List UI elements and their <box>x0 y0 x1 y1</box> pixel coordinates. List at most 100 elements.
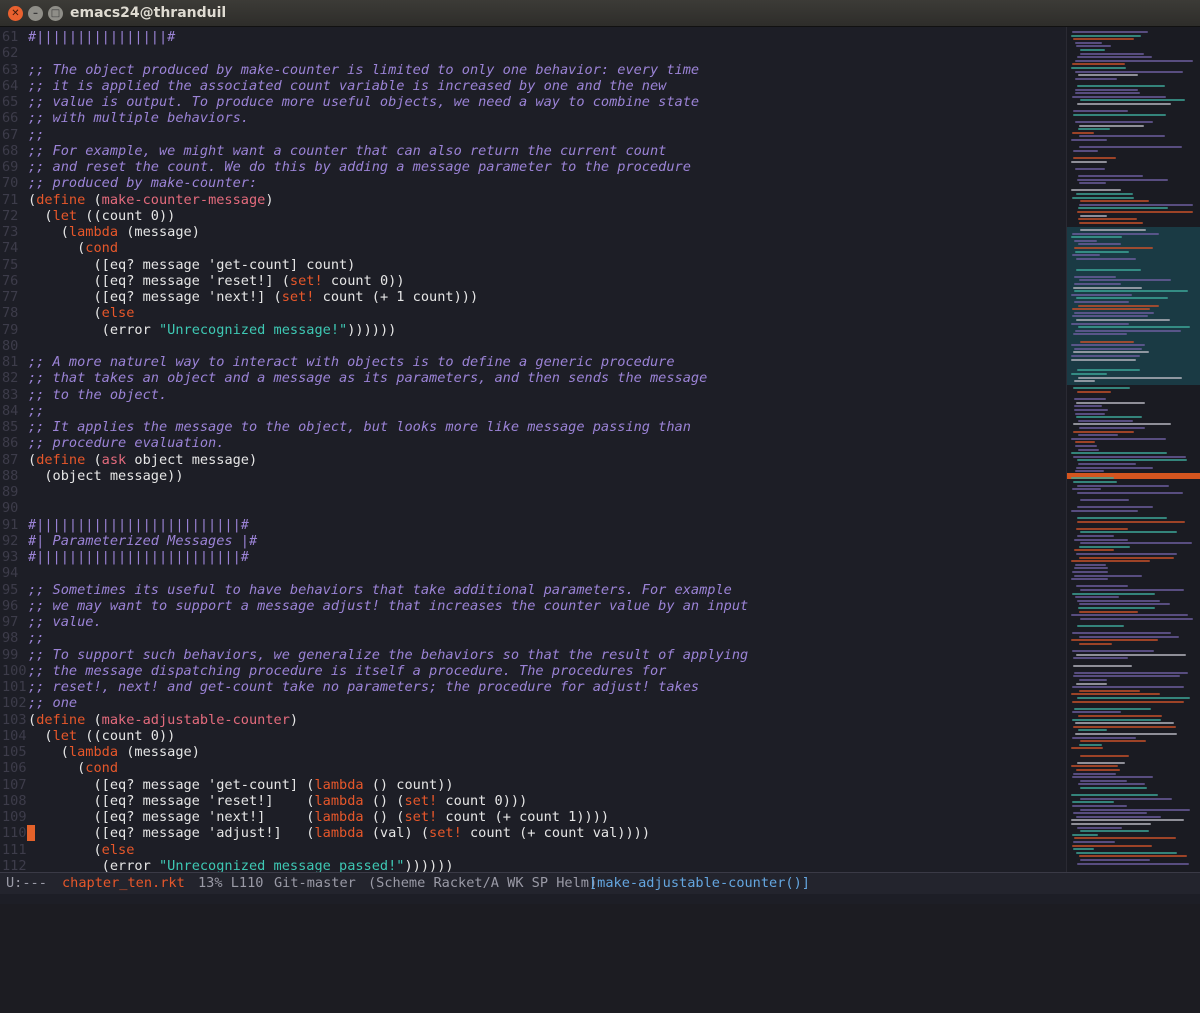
window-titlebar: ✕ – □ emacs24@thranduil <box>0 0 1200 27</box>
minimap[interactable] <box>1066 27 1200 872</box>
minimap-line <box>1079 221 1143 224</box>
code-line[interactable]: 73 (lambda (message) <box>0 224 1066 240</box>
close-window-button[interactable]: ✕ <box>8 6 23 21</box>
code-line[interactable]: 104 (let ((count 0)) <box>0 728 1066 744</box>
code-line[interactable]: 79 (error "Unrecognized message!")))))) <box>0 322 1066 338</box>
minimap-line <box>1072 31 1148 33</box>
line-number: 74 <box>2 240 19 257</box>
minimap-line <box>1080 542 1192 545</box>
code-line[interactable]: 95 ;; Sometimes its useful to have behavi… <box>0 582 1066 598</box>
code-text: ([eq? message 'next!] (lambda () (set! c… <box>28 809 609 825</box>
code-line[interactable]: 107 ([eq? message 'get-count] (lambda ()… <box>0 777 1066 793</box>
code-token: ( <box>85 711 102 728</box>
code-line[interactable]: 67;; <box>0 127 1066 143</box>
code-token: ([eq? message 'next!] ( <box>28 289 282 305</box>
code-line[interactable]: 78 (else <box>0 305 1066 321</box>
code-line[interactable]: 109 ([eq? message 'next!] (lambda () (se… <box>0 809 1066 825</box>
code-line[interactable]: 69 ;; and reset the count. We do this by … <box>0 159 1066 175</box>
minimap-line <box>1076 815 1161 818</box>
code-line[interactable]: 62 <box>0 45 1066 61</box>
minimap-line <box>1080 740 1146 743</box>
code-text: (lambda (message) <box>28 744 200 760</box>
line-number: 89 <box>2 484 19 500</box>
code-line[interactable]: 93 #|||||||||||||||||||||||||# <box>0 549 1066 565</box>
code-line[interactable]: 61 #||||||||||||||||# <box>0 29 1066 45</box>
code-token: ( <box>28 240 86 257</box>
code-line[interactable]: 85 ;; It applies the message to the objec… <box>0 419 1066 435</box>
code-line[interactable]: 96 ;; we may want to support a message ad… <box>0 598 1066 614</box>
code-text: ([eq? message 'adjust!] (lambda (val) (s… <box>28 825 650 841</box>
code-line[interactable]: 68 ;; For example, we might want a counte… <box>0 143 1066 159</box>
code-line[interactable]: 82 ;; that takes an object and a message … <box>0 370 1066 386</box>
minimap-line <box>1071 160 1107 163</box>
minimap-line <box>1079 603 1170 606</box>
minimap-line <box>1078 304 1159 307</box>
code-line[interactable]: 77 ([eq? message 'next!] (set! count (+ … <box>0 289 1066 305</box>
code-line[interactable]: 97 ;; value. <box>0 614 1066 630</box>
code-line[interactable]: 86 ;; procedure evaluation. <box>0 435 1066 451</box>
code-line[interactable]: 89 <box>0 484 1066 500</box>
code-line[interactable]: 99 ;; To support such behaviors, we gener… <box>0 647 1066 663</box>
code-line[interactable]: 112 (error "Unrecognized message passed!… <box>0 858 1066 872</box>
code-text: #||||||||||||||||# <box>28 29 175 45</box>
code-line[interactable]: 111 (else <box>0 842 1066 858</box>
minimap-line <box>1076 851 1177 854</box>
code-line[interactable]: 75 ([eq? message 'get-count] count) <box>0 257 1066 273</box>
code-line[interactable]: 76 ([eq? message 'reset!] (set! count 0)… <box>0 273 1066 289</box>
code-line[interactable]: 106 (cond <box>0 760 1066 776</box>
line-number: 100 <box>2 662 27 679</box>
code-line[interactable]: 98;; <box>0 630 1066 646</box>
code-line[interactable]: 80 <box>0 338 1066 354</box>
code-line[interactable]: 63 ;; The object produced by make-counter… <box>0 62 1066 78</box>
code-line[interactable]: 101;; reset!, next! and get-count take n… <box>0 679 1066 695</box>
code-line[interactable]: 108 ([eq? message 'reset!] (lambda () (s… <box>0 793 1066 809</box>
code-line[interactable]: 70 ;; produced by make-counter: <box>0 175 1066 191</box>
maximize-window-button[interactable]: □ <box>48 6 63 21</box>
minimap-line <box>1079 182 1106 185</box>
code-line[interactable]: 71 (define (make-counter-message) <box>0 192 1066 208</box>
code-line[interactable]: 74 (cond <box>0 240 1066 256</box>
minimap-line <box>1079 689 1140 692</box>
minimap-line <box>1072 711 1121 714</box>
code-text: #|||||||||||||||||||||||||# <box>28 549 249 565</box>
code-token: ((count 0)) <box>77 207 176 224</box>
code-line[interactable]: 72 (let ((count 0)) <box>0 208 1066 224</box>
code-line[interactable]: 91 #|||||||||||||||||||||||||# <box>0 517 1066 533</box>
code-line[interactable]: 100;; the message dispatching procedure … <box>0 663 1066 679</box>
line-number: 63 <box>2 61 19 78</box>
code-line[interactable]: 64 ;; it is applied the associated count … <box>0 78 1066 94</box>
minimize-window-button[interactable]: – <box>28 6 43 21</box>
code-line[interactable]: 94 <box>0 565 1066 581</box>
code-line[interactable]: 103 (define (make-adjustable-counter) <box>0 712 1066 728</box>
minimap-line <box>1072 63 1125 66</box>
line-number: 101 <box>2 679 27 695</box>
code-line[interactable]: 88 (object message)) <box>0 468 1066 484</box>
code-line[interactable]: 102;; one <box>0 695 1066 711</box>
code-line[interactable]: 92 #| Parameterized Messages |# <box>0 533 1066 549</box>
code-line[interactable]: 87 (define (ask object message) <box>0 452 1066 468</box>
minimap-line <box>1072 805 1127 807</box>
code-line[interactable]: 81 ;; A more naturel way to interact with… <box>0 354 1066 370</box>
code-line[interactable]: 65 ;; value is output. To produce more us… <box>0 94 1066 110</box>
code-token: ;; value. <box>28 614 102 630</box>
code-line[interactable]: 90 <box>0 500 1066 516</box>
minimap-line <box>1079 855 1187 858</box>
minimap-line <box>1075 445 1097 447</box>
code-text: (else <box>28 305 134 321</box>
code-line[interactable]: 84;; <box>0 403 1066 419</box>
code-line[interactable]: 110 ([eq? message 'adjust!] (lambda (val… <box>0 825 1066 842</box>
code-token: ([eq? message 'reset!] ( <box>28 272 290 289</box>
code-line[interactable]: 83 ;; to the object. <box>0 387 1066 403</box>
code-line[interactable]: 105 (lambda (message) <box>0 744 1066 760</box>
code-text: ;; For example, we might want a counter … <box>28 143 666 159</box>
minimap-line <box>1079 124 1144 127</box>
code-token: count (+ count val)))) <box>461 825 651 842</box>
editor-buffer[interactable]: 61 #||||||||||||||||# 62 63 ;; The object pr… <box>0 27 1066 872</box>
minimap-line <box>1078 128 1110 131</box>
minimap-line <box>1071 236 1122 239</box>
minimap-line <box>1080 797 1172 800</box>
line-number: 77 <box>2 289 19 305</box>
line-number: 96 <box>2 597 19 614</box>
code-token: ;; The object produced by make-counter i… <box>28 61 700 78</box>
code-line[interactable]: 66 ;; with multiple behaviors. <box>0 110 1066 126</box>
